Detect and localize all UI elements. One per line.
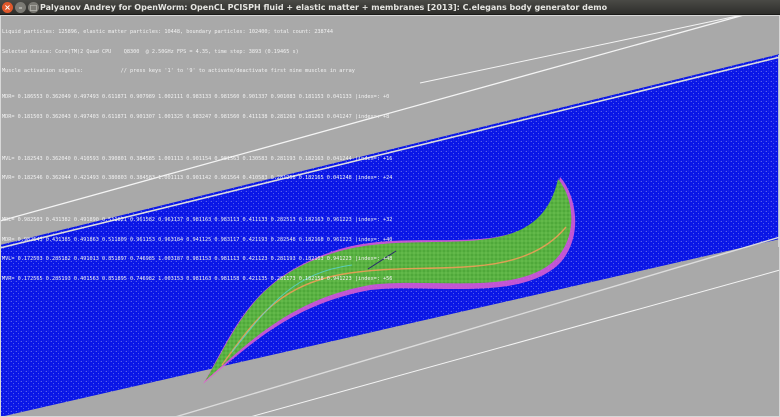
- stats-line-particles: Liquid particles: 125896, elastic matter…: [2, 29, 334, 35]
- row-gap: [2, 133, 622, 136]
- muscle-row: MDR= 0.181503 0.362043 0.497403 0.611871…: [2, 113, 390, 120]
- muscle-row: MDR= 0.982543 0.431385 0.491863 0.511809…: [2, 236, 393, 243]
- title-bar: × – □ Palyanov Andrey for OpenWorm: Open…: [0, 0, 780, 15]
- app-window: × – □ Palyanov Andrey for OpenWorm: Open…: [0, 0, 780, 417]
- muscle-row: MDR= 0.186553 0.362049 0.497493 0.611871…: [2, 94, 390, 100]
- muscle-row: MDL= 0.982503 0.431382 0.491890 0.511821…: [2, 217, 393, 223]
- stats-overlay: Liquid particles: 125896, elastic matter…: [2, 16, 622, 295]
- maximize-button[interactable]: □: [28, 2, 39, 13]
- stats-line-device: Selected device: Core(TM)2 Quad CPU Q830…: [2, 48, 299, 55]
- close-button[interactable]: ×: [2, 2, 13, 13]
- stats-line-muscle-header: Muscle activation signals: // press keys…: [2, 68, 355, 74]
- muscle-row: MVR= 0.182546 0.362044 0.421493 0.380803…: [2, 175, 393, 181]
- window-title: Palyanov Andrey for OpenWorm: OpenCL PCI…: [40, 3, 608, 12]
- muscle-row: MVL= 0.172503 0.285182 0.491013 0.851897…: [2, 256, 393, 262]
- window-controls: × – □: [2, 2, 39, 13]
- muscle-row: MVR= 0.172565 0.285193 0.401563 0.851895…: [2, 275, 393, 282]
- muscle-row: MVL= 0.182543 0.362040 0.410593 0.390801…: [2, 155, 393, 162]
- row-gap: [2, 195, 622, 198]
- minimize-button[interactable]: –: [15, 2, 26, 13]
